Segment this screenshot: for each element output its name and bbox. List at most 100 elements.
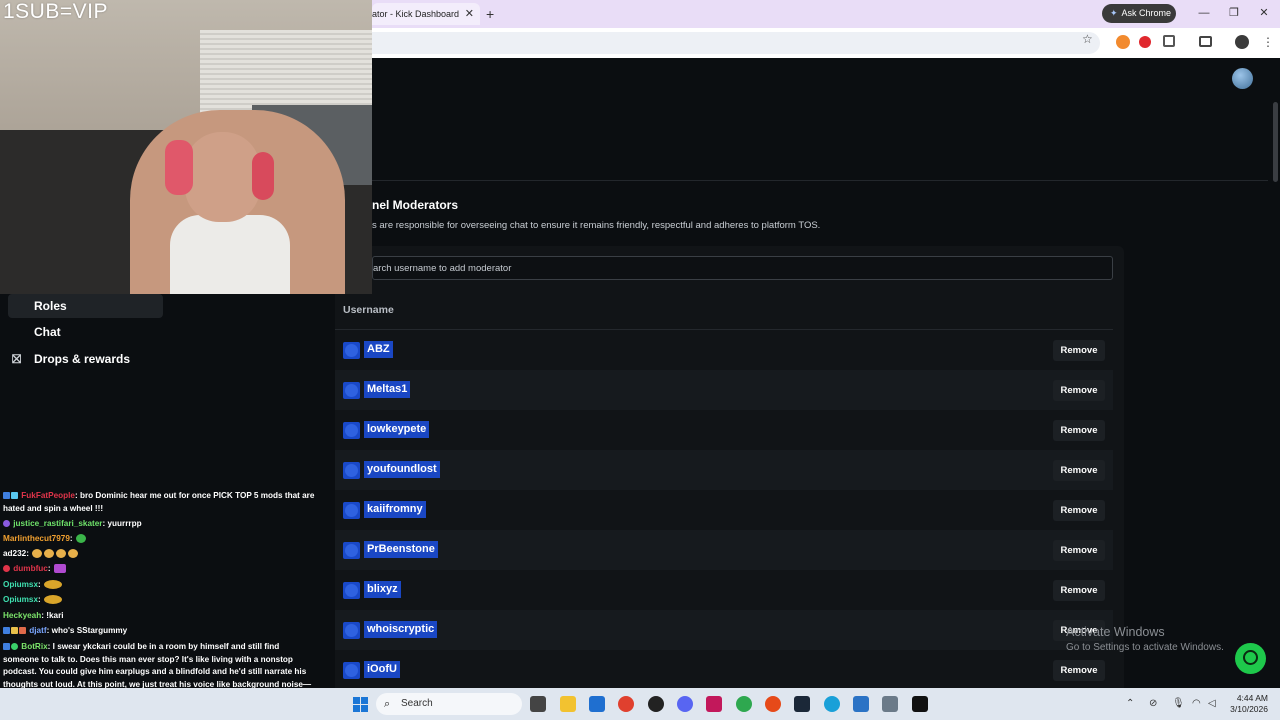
sidebar-item-chat[interactable]: Chat (8, 320, 163, 344)
opera-extension-icon[interactable] (1139, 36, 1151, 48)
steam-icon[interactable] (794, 696, 810, 712)
taskbar-clock[interactable]: 4:44 AM 3/10/2026 (1224, 693, 1268, 715)
remove-button[interactable]: Remove (1053, 540, 1105, 561)
profile-avatar-icon[interactable] (1235, 35, 1249, 49)
chat-message: Marlinthecut7979: (3, 533, 316, 546)
emote-icon (68, 549, 79, 558)
moderator-username[interactable]: lowkeypete (364, 421, 430, 438)
search-moderator-input[interactable] (372, 256, 1113, 280)
wifi-icon[interactable]: ◠ (1192, 698, 1201, 709)
windows-start-icon[interactable] (353, 697, 368, 712)
app-icon[interactable] (706, 696, 722, 712)
moderator-username[interactable]: Meltas1 (364, 381, 411, 398)
emote-icon (32, 549, 43, 558)
moderator-username[interactable]: iOofU (364, 661, 400, 678)
remove-button[interactable]: Remove (1053, 580, 1105, 601)
moderator-username[interactable]: youfoundlost (364, 461, 440, 478)
moderator-username[interactable]: kaiifromny (364, 501, 426, 518)
page-scrollbar[interactable] (1273, 102, 1278, 182)
minimize-icon[interactable]: — (1196, 5, 1212, 21)
restore-icon[interactable]: ❐ (1226, 5, 1242, 21)
headset-right (252, 152, 274, 200)
chat-username: BotRix (21, 642, 48, 651)
clock-date: 3/10/2026 (1230, 704, 1268, 714)
chat-badge-icon (3, 520, 10, 527)
avatar (343, 542, 360, 559)
terminal-icon[interactable] (912, 696, 928, 712)
kebab-menu-icon[interactable]: ⋮ (1262, 35, 1274, 49)
remove-button[interactable]: Remove (1053, 660, 1105, 681)
tab-search-icon[interactable] (1199, 36, 1212, 47)
user-avatar[interactable] (1232, 68, 1253, 89)
remove-button[interactable]: Remove (1053, 420, 1105, 441)
search-icon: ⌕ (384, 698, 391, 710)
table-row: whoiscryptic Remove (335, 610, 1113, 650)
edge-icon[interactable] (824, 696, 840, 712)
bookmark-star-icon[interactable]: ☆ (1082, 32, 1093, 46)
avatar (343, 422, 360, 439)
chat-message: djatf: who's SStargummy (3, 625, 316, 638)
chevron-up-icon[interactable]: ⌃ (1126, 698, 1134, 709)
chat-username: Opiumsx (3, 595, 39, 604)
sidebar-item-label: Roles (34, 299, 67, 313)
microphone-icon[interactable]: 🎙 (1172, 698, 1185, 709)
avatar (343, 382, 360, 399)
headset-icon (1243, 650, 1258, 665)
address-bar[interactable] (372, 32, 1100, 54)
chrome-profile-icon[interactable] (736, 696, 752, 712)
extension-orange-icon[interactable] (1116, 35, 1130, 49)
table-row: youfoundlost Remove (335, 450, 1113, 490)
sidebar-item-drops-rewards[interactable]: ⛝ Drops & rewards (8, 347, 163, 371)
sidebar-item-label: Drops & rewards (34, 352, 131, 366)
chat-username: ad232 (3, 549, 27, 558)
close-window-icon[interactable]: ✕ (1256, 5, 1272, 21)
table-row: iOofU Remove (335, 650, 1113, 688)
volume-icon[interactable]: ◁ (1208, 698, 1216, 709)
ask-chrome-button[interactable]: ✦ Ask Chrome (1102, 4, 1176, 23)
task-view-icon[interactable] (530, 696, 546, 712)
taskbar-search[interactable]: ⌕ Search (376, 693, 522, 715)
avatar (343, 662, 360, 679)
browser-tab[interactable]: ator - Kick Dashboard ✕ (372, 3, 480, 25)
app-icon[interactable] (882, 696, 898, 712)
moderator-username[interactable]: PrBeenstone (364, 541, 438, 558)
new-tab-button[interactable]: + (486, 3, 500, 25)
remove-button[interactable]: Remove (1053, 500, 1105, 521)
network-off-icon[interactable]: ⊘ (1149, 698, 1157, 709)
chat-message: Heckyeah: !kari (3, 610, 316, 623)
app-icon[interactable] (853, 696, 869, 712)
app-icon[interactable] (648, 696, 664, 712)
activate-windows-title: Activate Windows (1066, 625, 1165, 639)
avatar (343, 502, 360, 519)
moderator-username[interactable]: whoiscryptic (364, 621, 438, 638)
chat-username: Heckyeah (3, 611, 42, 620)
emote-icon (44, 595, 63, 604)
extensions-puzzle-icon[interactable] (1163, 35, 1175, 47)
avatar (343, 622, 360, 639)
table-row: blixyz Remove (335, 570, 1113, 610)
remove-button[interactable]: Remove (1053, 380, 1105, 401)
webcam-overlay-text: 1SUB=VIP (3, 0, 108, 23)
store-icon[interactable] (589, 696, 605, 712)
app-icon[interactable] (765, 696, 781, 712)
chat-username: Marlinthecut7979 (3, 534, 70, 543)
remove-button[interactable]: Remove (1053, 460, 1105, 481)
moderator-username[interactable]: ABZ (364, 341, 393, 358)
remove-button[interactable]: Remove (1053, 340, 1105, 361)
chat-badge-icon (3, 492, 10, 499)
moderator-username[interactable]: blixyz (364, 581, 401, 598)
chat-text: : who's SStargummy (46, 626, 128, 635)
support-chat-button[interactable] (1235, 643, 1266, 674)
chat-message: ad232: (3, 548, 316, 561)
emote-icon (56, 549, 67, 558)
chrome-icon[interactable] (618, 696, 634, 712)
screen: ator - Kick Dashboard ✕ + ✦ Ask Chrome — … (0, 0, 1280, 720)
header-divider (372, 180, 1268, 181)
sidebar-item-roles[interactable]: Roles (8, 294, 163, 318)
chat-message: FukFatPeople: bro Dominic hear me out fo… (3, 490, 316, 515)
tab-close-icon[interactable]: ✕ (465, 3, 474, 25)
discord-icon[interactable] (677, 696, 693, 712)
chat-username: Opiumsx (3, 580, 39, 589)
file-explorer-icon[interactable] (560, 696, 576, 712)
chat-text: : (47, 564, 51, 573)
